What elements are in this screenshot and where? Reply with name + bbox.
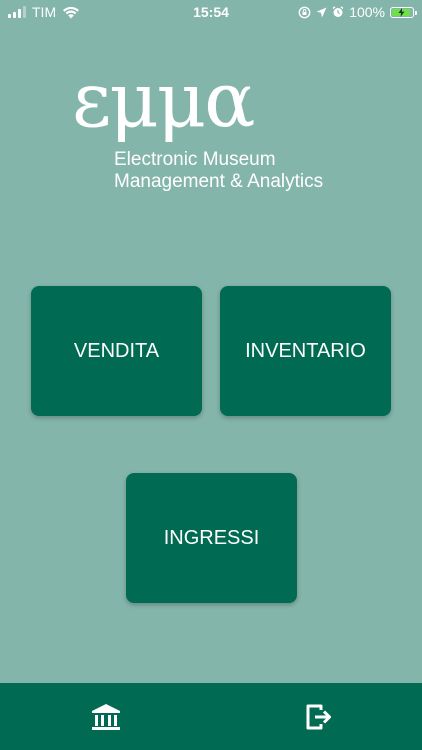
location-icon <box>316 7 327 17</box>
status-bar: TIM 15:54 100% <box>0 0 422 24</box>
lock-rotation-icon <box>298 6 311 18</box>
bottom-tab-bar <box>0 683 422 750</box>
ingressi-label: INGRESSI <box>163 526 260 549</box>
logo-wordmark: εμμα <box>72 55 255 144</box>
inventario-label: INVENTARIO <box>245 339 366 362</box>
status-right: 100% <box>298 4 417 20</box>
battery-icon <box>390 6 417 18</box>
inventario-button[interactable]: INVENTARIO <box>220 286 391 416</box>
app-logo: εμμα <box>72 55 255 144</box>
ingressi-button[interactable]: INGRESSI <box>126 473 297 603</box>
vendita-button[interactable]: VENDITA <box>31 286 202 416</box>
logout-icon[interactable] <box>302 701 334 733</box>
logo-subtitle-line2: Management & Analytics <box>114 171 324 192</box>
vendita-label: VENDITA <box>73 339 160 362</box>
logo-subtitle-line1: Electronic Museum <box>114 149 276 170</box>
battery-percent: 100% <box>349 4 385 20</box>
logo-subtitle: Electronic Museum Management & Analytics <box>114 149 323 193</box>
alarm-icon <box>332 6 344 17</box>
museum-icon[interactable] <box>90 701 122 733</box>
